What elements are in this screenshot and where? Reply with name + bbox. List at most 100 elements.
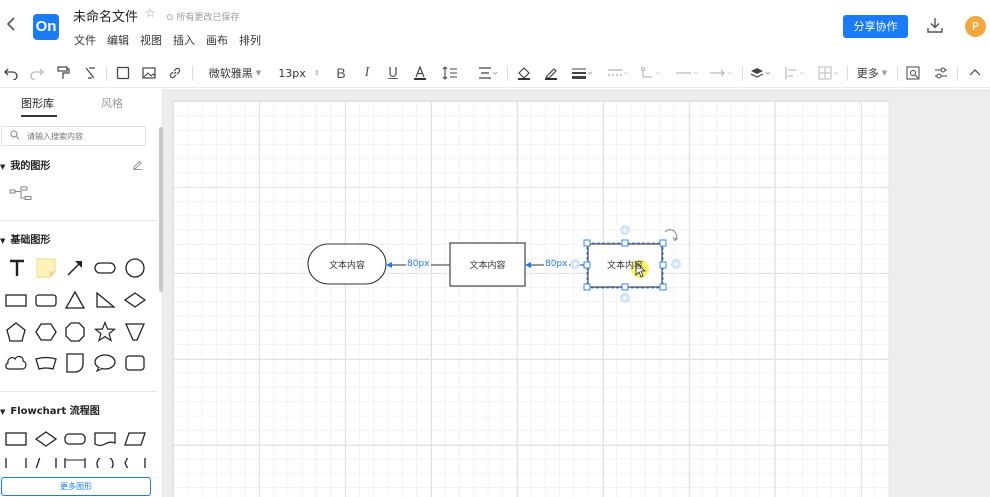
shape-rounded-rect[interactable] (93, 257, 117, 279)
toolbar-divider (507, 66, 508, 81)
shape-star[interactable] (93, 321, 117, 343)
settings-button[interactable] (932, 58, 950, 88)
shape-circle[interactable] (123, 257, 147, 279)
section-my-shapes[interactable]: ▼ 我的图形 (0, 157, 50, 172)
align-shapes-button[interactable] (783, 58, 807, 88)
file-title[interactable]: 未命名文件 (73, 6, 138, 25)
shape-hexagon[interactable] (34, 321, 58, 343)
star-icon[interactable]: ☆ (145, 6, 156, 20)
fill-color-button[interactable] (516, 58, 532, 88)
format-painter-button[interactable] (55, 58, 71, 88)
menu-edit[interactable]: 编辑 (107, 32, 129, 48)
line-end-button[interactable] (708, 58, 736, 88)
line-height-button[interactable] (439, 58, 465, 88)
canvas-workspace[interactable]: 文本内容 文本内容 文本内容 80px 80px (163, 89, 990, 497)
edit-icon[interactable] (132, 159, 143, 173)
insert-image-button[interactable] (141, 58, 157, 88)
shape-pentagon[interactable] (4, 321, 28, 343)
font-size-input[interactable]: 13px ⇕ (274, 58, 324, 88)
line-width-button[interactable] (570, 58, 594, 88)
flowchart-terminator[interactable] (63, 428, 87, 450)
line-start-icon (676, 71, 699, 75)
node-1-label[interactable]: 文本内容 (308, 258, 386, 271)
download-button[interactable] (926, 16, 944, 36)
flowchart-document[interactable] (93, 428, 117, 450)
collapse-toolbar-button[interactable] (967, 58, 983, 88)
flowchart-shape-partial[interactable] (34, 458, 58, 468)
menu-view[interactable]: 视图 (140, 32, 162, 48)
line-color-button[interactable] (543, 58, 559, 88)
edge-arrowhead (525, 262, 531, 268)
underline-button[interactable]: U (386, 58, 400, 88)
back-button[interactable] (6, 16, 20, 36)
connector-type-button[interactable] (639, 58, 663, 88)
shape-rounded-rectangle[interactable] (34, 289, 58, 311)
shape-trapezoid-curve[interactable] (34, 352, 58, 374)
my-shape-flow-snippet[interactable] (9, 184, 33, 206)
tab-style[interactable]: 风格 (101, 95, 123, 111)
share-button[interactable]: 分享协作 (843, 15, 908, 38)
edge-1-label[interactable]: 80px (406, 259, 431, 269)
menu-file[interactable]: 文件 (74, 32, 96, 48)
line-start-button[interactable] (674, 58, 702, 88)
toolbar-divider (957, 66, 958, 81)
shape-rectangle[interactable] (4, 289, 28, 311)
rotate-icon[interactable] (664, 229, 677, 241)
font-family-select[interactable]: 微软雅黑 ▼ (200, 58, 270, 88)
undo-button[interactable] (3, 58, 19, 88)
app-logo[interactable]: On (33, 14, 59, 40)
shape-right-triangle[interactable] (93, 289, 117, 311)
shape-shield[interactable] (63, 352, 87, 374)
shape-octagon[interactable] (63, 321, 87, 343)
shape-note[interactable] (34, 257, 58, 279)
menu-canvas[interactable]: 画布 (206, 32, 228, 48)
shape-cloud[interactable] (4, 352, 28, 374)
menu-arrange[interactable]: 排列 (239, 32, 261, 48)
shape-speech-bubble[interactable] (93, 352, 117, 374)
sidebar-tabs: 图形库 风格 (0, 89, 163, 117)
tab-shape-library[interactable]: 图形库 (21, 95, 54, 111)
drawing-page[interactable]: 文本内容 文本内容 文本内容 80px 80px (173, 101, 889, 497)
more-button[interactable]: 更多 ▼ (853, 58, 891, 88)
font-color-button[interactable] (412, 58, 428, 88)
shape-diamond[interactable] (123, 289, 147, 311)
connector-icon (641, 67, 661, 78)
layer-button[interactable] (749, 58, 773, 88)
insert-link-button[interactable] (167, 58, 183, 88)
menu-insert[interactable]: 插入 (173, 32, 195, 48)
shape-inverted-triangle[interactable] (123, 321, 147, 343)
distribute-button[interactable] (817, 58, 841, 88)
flowchart-decision[interactable] (34, 428, 58, 450)
search-input[interactable] (27, 129, 142, 143)
flowchart-shape-partial[interactable] (4, 458, 28, 468)
node-3-label[interactable]: 文本内容 (588, 258, 662, 271)
edge-arrowhead (386, 262, 392, 268)
clear-format-button[interactable] (82, 58, 98, 88)
more-shapes-button[interactable]: 更多图形 (1, 477, 151, 496)
line-style-icon (608, 69, 629, 76)
redo-button[interactable] (29, 58, 45, 88)
flowchart-shape-partial[interactable] (123, 458, 147, 468)
edge-2-label[interactable]: 80px (544, 259, 569, 269)
flowchart-shape-partial[interactable] (93, 458, 117, 468)
node-2-label[interactable]: 文本内容 (450, 258, 525, 271)
clear-format-icon (85, 67, 95, 79)
italic-button[interactable]: I (360, 58, 374, 88)
align-button[interactable] (474, 58, 500, 88)
shape-rounded-square[interactable] (123, 352, 147, 374)
flowchart-shape-partial[interactable] (63, 458, 87, 468)
toolbar: 微软雅黑 ▼ 13px ⇕ B I U 更多 ▼ (0, 58, 990, 88)
shape-triangle[interactable] (63, 289, 87, 311)
align-center-icon (479, 67, 497, 79)
section-flowchart[interactable]: ▼ Flowchart 流程图 (0, 402, 100, 417)
shape-fill-button[interactable] (115, 58, 131, 88)
search-replace-button[interactable] (904, 58, 922, 88)
shape-text[interactable] (5, 257, 29, 279)
bold-button[interactable]: B (334, 58, 348, 88)
line-style-button[interactable] (606, 58, 630, 88)
flowchart-process[interactable] (4, 428, 28, 450)
flowchart-data[interactable] (123, 428, 147, 450)
shape-arrow[interactable] (63, 257, 87, 279)
avatar[interactable]: P (965, 16, 986, 37)
section-basic-shapes[interactable]: ▼ 基础图形 (0, 231, 50, 246)
